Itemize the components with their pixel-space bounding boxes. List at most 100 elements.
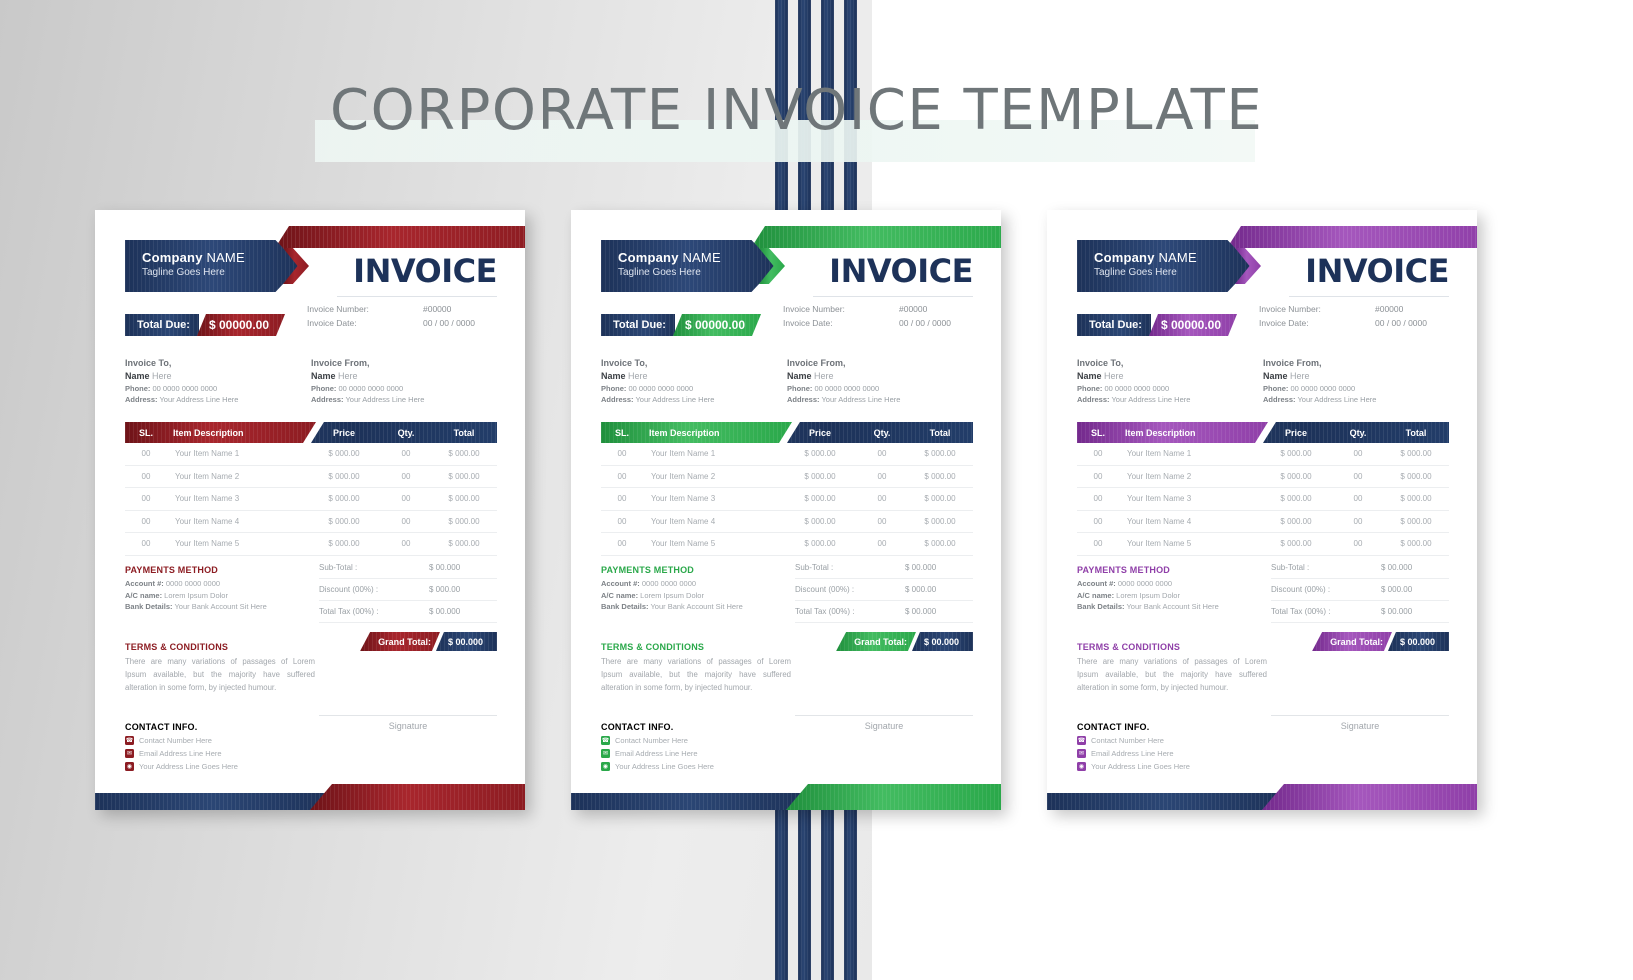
contact-row[interactable]: ☎ Contact Number Here <box>125 736 345 745</box>
invoice-to-heading: Invoice To, <box>601 358 648 368</box>
cell-qty: 00 <box>877 449 887 459</box>
invoice-meta-label: Invoice Date: <box>307 318 357 328</box>
table-row[interactable]: 00 Your Item Name 5 $ 000.00 00 $ 000.00 <box>1077 533 1449 556</box>
invoice-from-address-label: Address: <box>787 395 820 404</box>
contact-row[interactable]: ☎ Contact Number Here <box>1077 736 1297 745</box>
payments-account: Account #: 0000 0000 0000 <box>601 579 811 588</box>
table-row[interactable]: 00 Your Item Name 2 $ 000.00 00 $ 000.00 <box>125 466 497 488</box>
cell-qty: 00 <box>1353 471 1363 481</box>
invoice-to-block: Invoice To, Name Here Phone: 00 0000 000… <box>601 358 787 406</box>
invoice-card-purple[interactable]: Company NAME Tagline Goes Here INVOICE I… <box>1047 210 1477 810</box>
invoice-card-red[interactable]: Company NAME Tagline Goes Here INVOICE I… <box>95 210 525 810</box>
phone-icon: ☎ <box>601 736 610 745</box>
table-row[interactable]: 00 Your Item Name 5 $ 000.00 00 $ 000.00 <box>601 533 973 556</box>
contact-title: CONTACT INFO. <box>125 722 198 732</box>
contact-row[interactable]: ✉ Email Address Line Here <box>125 749 345 758</box>
invoice-card-green[interactable]: Company NAME Tagline Goes Here INVOICE I… <box>571 210 1001 810</box>
invoice-to-name-rest: Here <box>149 371 172 381</box>
header-desc: Item Description <box>1125 427 1196 438</box>
contact-row[interactable]: ◉ Your Address Line Goes Here <box>1077 762 1297 771</box>
payments-account-label: Account #: <box>125 579 164 588</box>
grand-total-label: Grand Total: <box>360 632 440 651</box>
invoice-from-address: Address: Your Address Line Here <box>787 395 973 404</box>
payments-acname-label: A/C name: <box>601 590 639 600</box>
table-row[interactable]: 00 Your Item Name 4 $ 000.00 00 $ 000.00 <box>601 511 973 533</box>
invoice-from-name-bold: Name <box>311 371 336 381</box>
cell-sl: 00 <box>617 516 627 526</box>
items-header-right: Price Qty. Total <box>1263 422 1449 443</box>
table-row[interactable]: 00 Your Item Name 3 $ 000.00 00 $ 000.00 <box>125 488 497 511</box>
contact-row[interactable]: ✉ Email Address Line Here <box>1077 749 1297 758</box>
table-row[interactable]: 00 Your Item Name 1 $ 000.00 00 $ 000.00 <box>601 443 973 466</box>
invoice-from-name: Name Here <box>1263 371 1449 381</box>
cell-qty: 00 <box>1353 494 1363 504</box>
cell-sl: 00 <box>141 449 151 459</box>
total-due-value: $ 00000.00 <box>197 314 285 336</box>
table-row[interactable]: 00 Your Item Name 5 $ 000.00 00 $ 000.00 <box>125 533 497 556</box>
cell-qty: 00 <box>1353 449 1363 459</box>
items-header-right: Price Qty. Total <box>311 422 497 443</box>
invoice-meta-value: #00000 <box>423 304 452 314</box>
header-sl: SL. <box>614 427 629 438</box>
contact-row[interactable]: ☎ Contact Number Here <box>601 736 821 745</box>
signature-label: Signature <box>864 721 904 731</box>
grand-total-label: Grand Total: <box>1312 632 1392 651</box>
cell-total: $ 000.00 <box>924 539 956 549</box>
invoice-to-name: Name Here <box>601 371 787 381</box>
invoice-from-address-value: Your Address Line Here <box>1295 395 1377 404</box>
top-accent-bar <box>275 226 525 248</box>
footer-navy-bar <box>95 793 330 810</box>
table-row[interactable]: 00 Your Item Name 3 $ 000.00 00 $ 000.00 <box>1077 488 1449 511</box>
cell-desc: Your Item Name 4 <box>1127 516 1192 526</box>
invoice-heading: INVOICE <box>1305 252 1449 290</box>
table-row[interactable]: 00 Your Item Name 2 $ 000.00 00 $ 000.00 <box>601 466 973 488</box>
table-row[interactable]: 00 Your Item Name 4 $ 000.00 00 $ 000.00 <box>125 511 497 533</box>
payments-account-value: 0000 0000 0000 <box>639 579 697 588</box>
invoice-from-address: Address: Your Address Line Here <box>311 395 497 404</box>
top-accent-bar <box>1227 226 1477 248</box>
grand-total-bar: Grand Total: $ 00.000 <box>1312 632 1449 651</box>
invoice-to-name-bold: Name <box>125 371 150 381</box>
footer-accent-bar <box>310 784 525 810</box>
items-header-left: SL. Item Description <box>1077 422 1268 443</box>
table-row[interactable]: 00 Your Item Name 4 $ 000.00 00 $ 000.00 <box>1077 511 1449 533</box>
invoice-from-block: Invoice From, Name Here Phone: 00 0000 0… <box>1263 358 1449 406</box>
cell-total: $ 000.00 <box>448 449 480 459</box>
cell-sl: 00 <box>617 449 627 459</box>
addresses-area: Invoice To, Name Here Phone: 00 0000 000… <box>1077 358 1449 406</box>
cell-price: $ 000.00 <box>1280 471 1312 481</box>
invoice-meta-value: 00 / 00 / 0000 <box>1375 318 1427 328</box>
payments-bank-value: Your Bank Account Sit Here <box>648 602 743 611</box>
footer-accent-bar <box>1262 784 1477 810</box>
table-row[interactable]: 00 Your Item Name 2 $ 000.00 00 $ 000.00 <box>1077 466 1449 488</box>
invoice-meta-block: Invoice Number: #00000 Invoice Date: 00 … <box>307 304 497 332</box>
invoice-to-phone-label: Phone: <box>601 384 627 393</box>
grand-total-value: $ 00.000 <box>435 632 497 651</box>
invoice-meta-value: #00000 <box>899 304 928 314</box>
cell-qty: 00 <box>1353 516 1363 526</box>
contact-info-block: CONTACT INFO. ☎ Contact Number Here ✉ Em… <box>601 722 821 771</box>
table-row[interactable]: 00 Your Item Name 3 $ 000.00 00 $ 000.00 <box>601 488 973 511</box>
cell-qty: 00 <box>877 539 887 549</box>
payments-method-block: PAYMENTS METHOD Account #: 0000 0000 000… <box>601 565 811 614</box>
contact-row[interactable]: ◉ Your Address Line Goes Here <box>601 762 821 771</box>
cell-price: $ 000.00 <box>1280 494 1312 504</box>
payments-acname-value: Lorem Ipsum Dolor <box>1114 590 1180 600</box>
payments-title: PAYMENTS METHOD <box>1077 565 1171 575</box>
invoice-to-name-bold: Name <box>601 371 626 381</box>
items-header-right: Price Qty. Total <box>787 422 973 443</box>
contact-row[interactable]: ◉ Your Address Line Goes Here <box>125 762 345 771</box>
signature-label: Signature <box>388 721 428 731</box>
table-row[interactable]: 00 Your Item Name 1 $ 000.00 00 $ 000.00 <box>1077 443 1449 466</box>
summary-value: $ 000.00 <box>429 585 461 594</box>
table-row[interactable]: 00 Your Item Name 1 $ 000.00 00 $ 000.00 <box>125 443 497 466</box>
cell-sl: 00 <box>1093 516 1103 526</box>
summary-row: Total Tax (00%) : $ 00.000 <box>1271 601 1449 623</box>
cell-qty: 00 <box>877 471 887 481</box>
cell-sl: 00 <box>1093 539 1103 549</box>
items-table-body: 00 Your Item Name 1 $ 000.00 00 $ 000.00… <box>1077 443 1449 556</box>
cell-sl: 00 <box>617 471 627 481</box>
contact-row[interactable]: ✉ Email Address Line Here <box>601 749 821 758</box>
payments-account: Account #: 0000 0000 0000 <box>125 579 335 588</box>
header-total: Total <box>929 427 951 438</box>
